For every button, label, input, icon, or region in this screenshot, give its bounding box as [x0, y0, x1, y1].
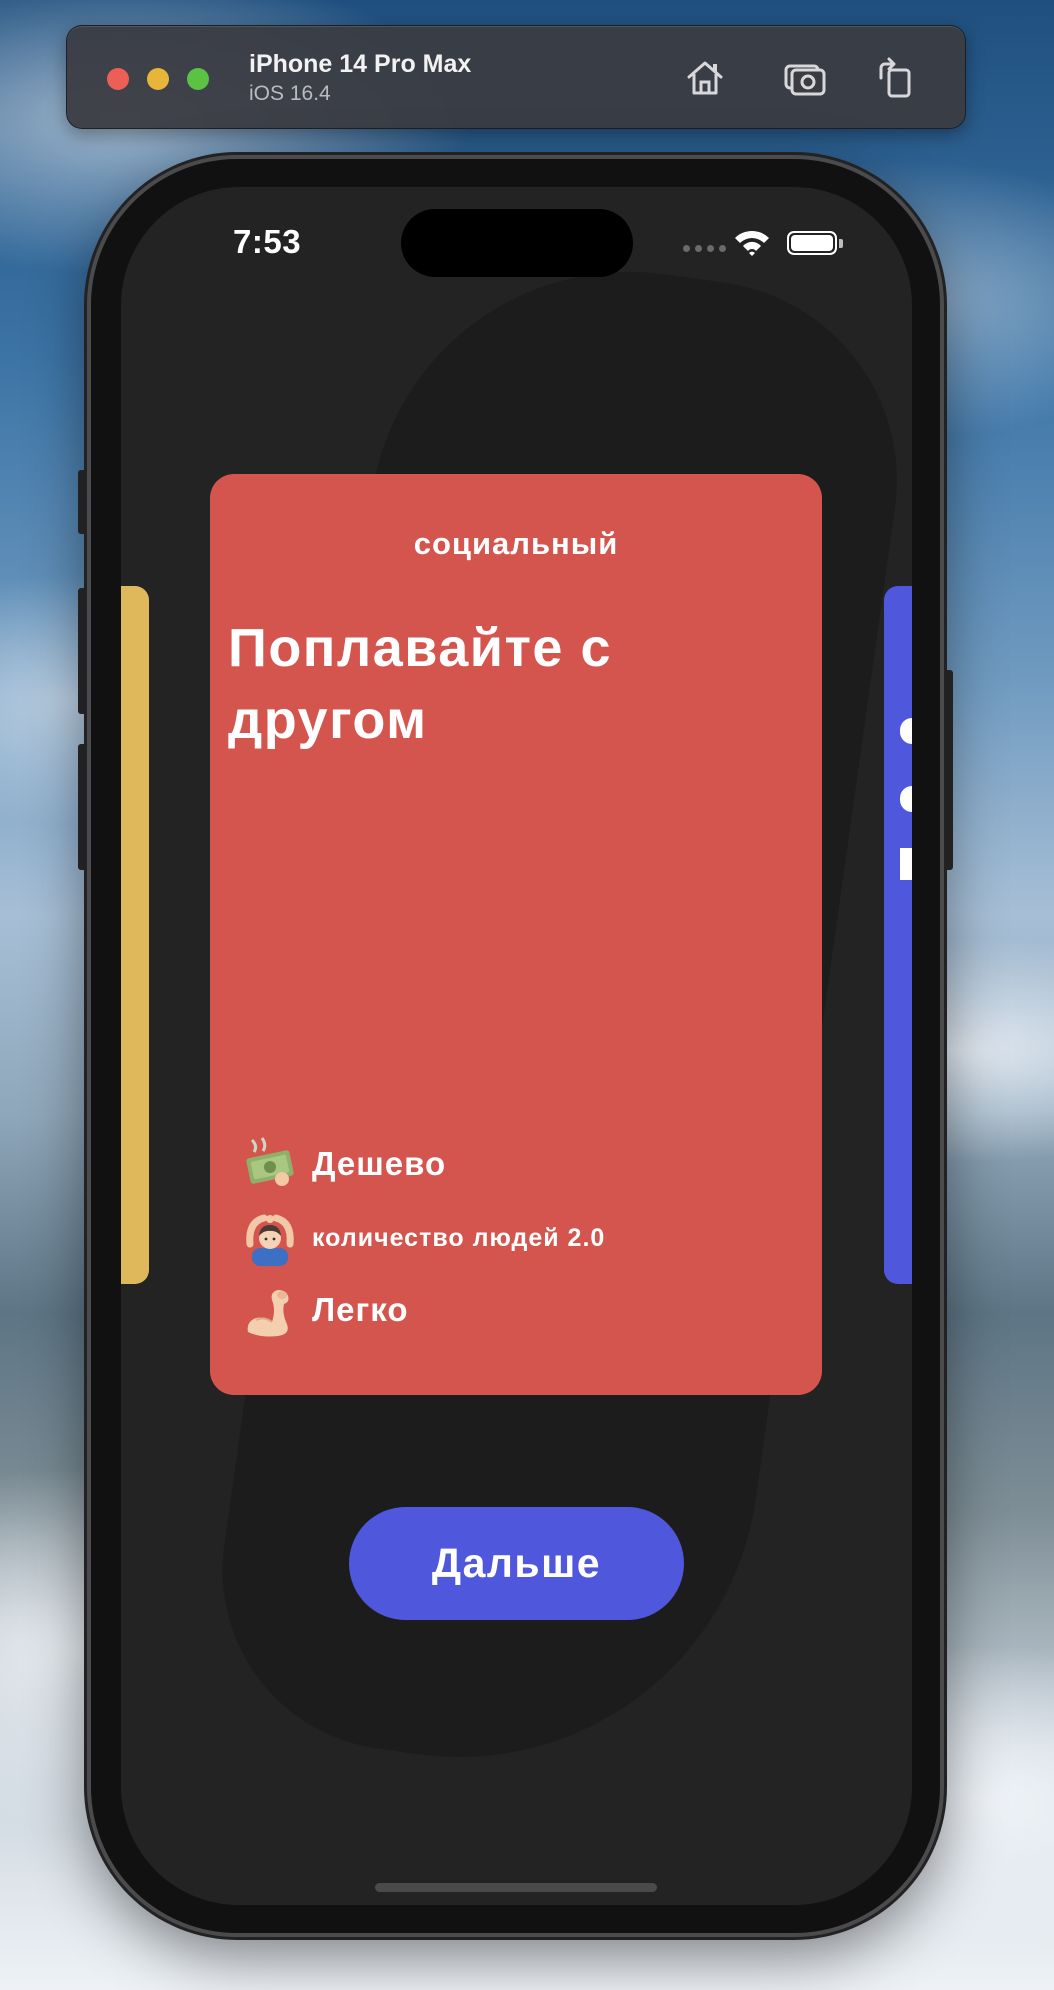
- signal-dots-icon: [683, 245, 726, 252]
- device-name: iPhone 14 Pro Max: [249, 50, 472, 78]
- rotate-icon[interactable]: [867, 50, 923, 106]
- minimize-window-button[interactable]: [147, 68, 169, 90]
- flexed-biceps-icon: [240, 1280, 300, 1340]
- phone-screen: 7:53 социальный Поплавайте с другом Деше…: [121, 187, 912, 1905]
- close-window-button[interactable]: [107, 68, 129, 90]
- card-category: социальный: [413, 526, 619, 561]
- status-time: 7:53: [233, 223, 302, 260]
- volume-down-button: [78, 744, 87, 870]
- card-attribute-label: количество людей 2.0: [312, 1223, 606, 1252]
- power-button: [944, 670, 953, 870]
- person-gesturing-ok-icon: [240, 1208, 300, 1268]
- action-button: [78, 470, 87, 534]
- money-with-wings-icon: [240, 1134, 300, 1194]
- wifi-icon: [735, 230, 769, 256]
- next-card-text-fragment: [900, 718, 912, 744]
- home-indicator[interactable]: [375, 1883, 657, 1892]
- battery-cap: [839, 239, 843, 248]
- zoom-window-button[interactable]: [187, 68, 209, 90]
- previous-card[interactable]: [121, 586, 149, 1284]
- card-attribute-cost: Дешево: [240, 1134, 446, 1194]
- card-attribute-people: количество людей 2.0: [240, 1208, 605, 1268]
- card-attribute-difficulty: Легко: [240, 1280, 409, 1340]
- activity-card[interactable]: социальный Поплавайте с другом Дешево ко…: [210, 474, 822, 1395]
- card-title: Поплавайте с другом: [228, 618, 612, 750]
- next-card[interactable]: [884, 586, 912, 1284]
- home-icon[interactable]: [677, 50, 733, 106]
- battery-icon: [787, 231, 837, 255]
- simulator-title-bar: iPhone 14 Pro Max iOS 16.4: [66, 25, 966, 129]
- card-attribute-label: Дешево: [312, 1145, 447, 1182]
- os-version: iOS 16.4: [249, 82, 331, 105]
- next-button[interactable]: Дальше: [349, 1507, 684, 1620]
- next-card-text-fragment: [900, 848, 912, 880]
- next-card-text-fragment: [900, 786, 912, 812]
- dynamic-island: [401, 209, 633, 277]
- screenshot-icon[interactable]: [777, 50, 833, 106]
- volume-up-button: [78, 588, 87, 714]
- card-attribute-label: Легко: [312, 1291, 409, 1328]
